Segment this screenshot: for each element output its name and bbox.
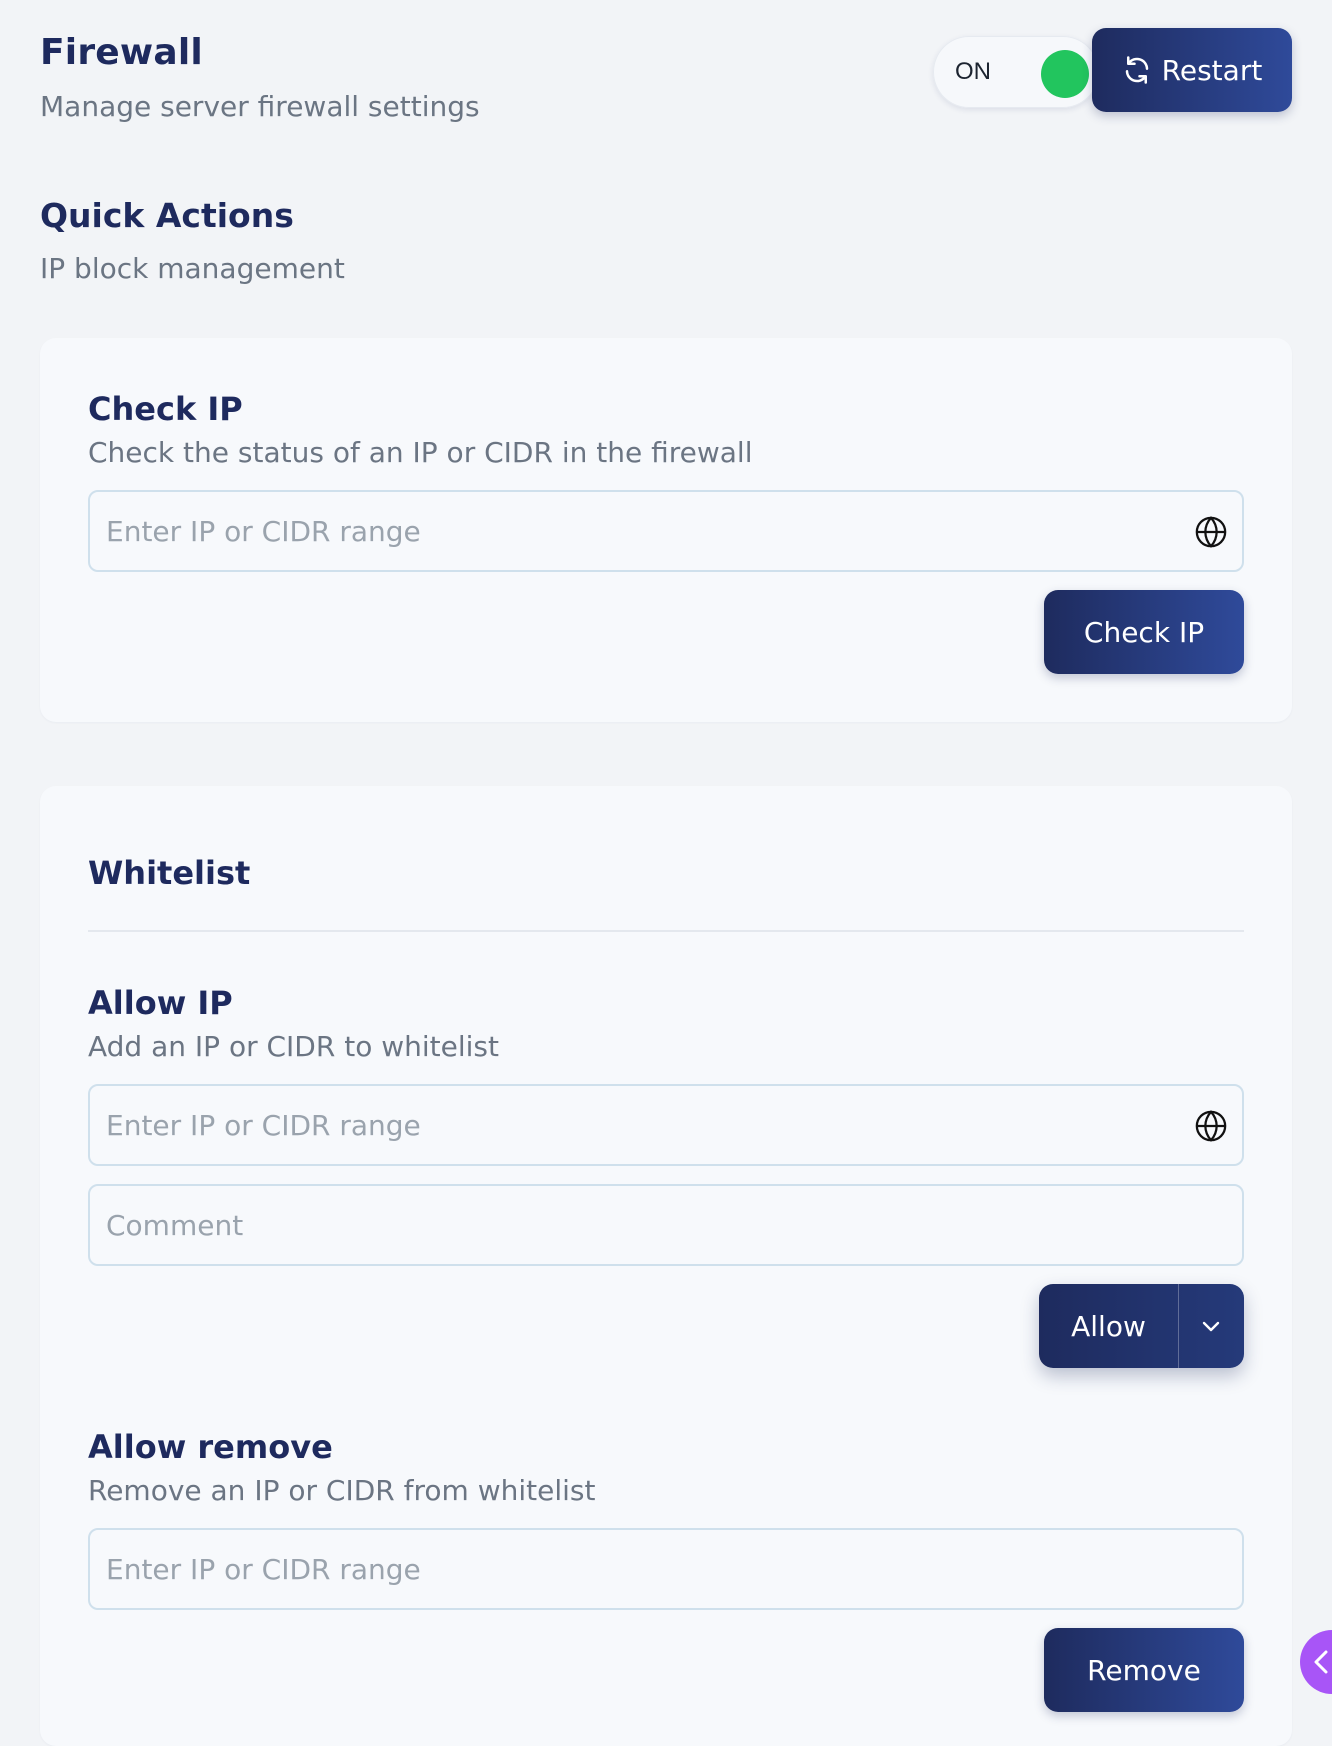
check-ip-description: Check the status of an IP or CIDR in the…	[88, 436, 753, 469]
whitelist-title: Whitelist	[88, 854, 251, 892]
page-subtitle: Manage server firewall settings	[40, 90, 480, 123]
globe-icon	[1195, 1110, 1227, 1142]
allow-ip-description: Add an IP or CIDR to whitelist	[88, 1030, 499, 1063]
allow-ip-title: Allow IP	[88, 984, 233, 1022]
allow-remove-input[interactable]	[90, 1530, 1242, 1608]
toggle-knob	[1041, 50, 1089, 98]
page-title: Firewall	[40, 32, 203, 73]
allow-remove-field	[88, 1528, 1244, 1610]
restart-button[interactable]: Restart	[1092, 28, 1292, 112]
section-title: Quick Actions	[40, 196, 294, 235]
refresh-icon	[1125, 56, 1148, 84]
restart-button-label: Restart	[1161, 53, 1263, 87]
firewall-page: Firewall Manage server firewall settings…	[0, 0, 1332, 1746]
check-ip-input[interactable]	[90, 492, 1242, 570]
allow-button[interactable]: Allow	[1039, 1284, 1179, 1368]
allow-options-toggle[interactable]	[1179, 1284, 1243, 1368]
remove-button-label: Remove	[1087, 1653, 1201, 1687]
comment-input[interactable]	[90, 1186, 1242, 1264]
check-ip-button[interactable]: Check IP	[1044, 590, 1244, 674]
allow-ip-field	[88, 1084, 1244, 1166]
whitelist-divider	[88, 930, 1244, 932]
check-ip-title: Check IP	[88, 390, 243, 428]
side-panel-toggle[interactable]	[1300, 1630, 1332, 1694]
globe-icon	[1195, 516, 1227, 548]
firewall-power-toggle[interactable]: ON	[933, 36, 1099, 108]
allow-remove-title: Allow remove	[88, 1428, 333, 1466]
check-ip-card: Check IP Check the status of an IP or CI…	[40, 338, 1292, 722]
toggle-state-label: ON	[955, 58, 991, 85]
chevron-down-icon	[1202, 1321, 1220, 1332]
comment-field	[88, 1184, 1244, 1266]
chevron-left-icon	[1314, 1650, 1328, 1674]
check-ip-button-label: Check IP	[1083, 615, 1205, 649]
section-subtitle: IP block management	[40, 252, 345, 285]
whitelist-card: Whitelist Allow IP Add an IP or CIDR to …	[40, 786, 1292, 1746]
allow-split-button: Allow	[1039, 1284, 1244, 1368]
remove-button[interactable]: Remove	[1044, 1628, 1244, 1712]
allow-button-label: Allow	[1071, 1309, 1146, 1343]
allow-remove-description: Remove an IP or CIDR from whitelist	[88, 1474, 596, 1507]
check-ip-field	[88, 490, 1244, 572]
page-header: Firewall Manage server firewall settings…	[40, 28, 1292, 138]
allow-ip-input[interactable]	[90, 1086, 1242, 1164]
